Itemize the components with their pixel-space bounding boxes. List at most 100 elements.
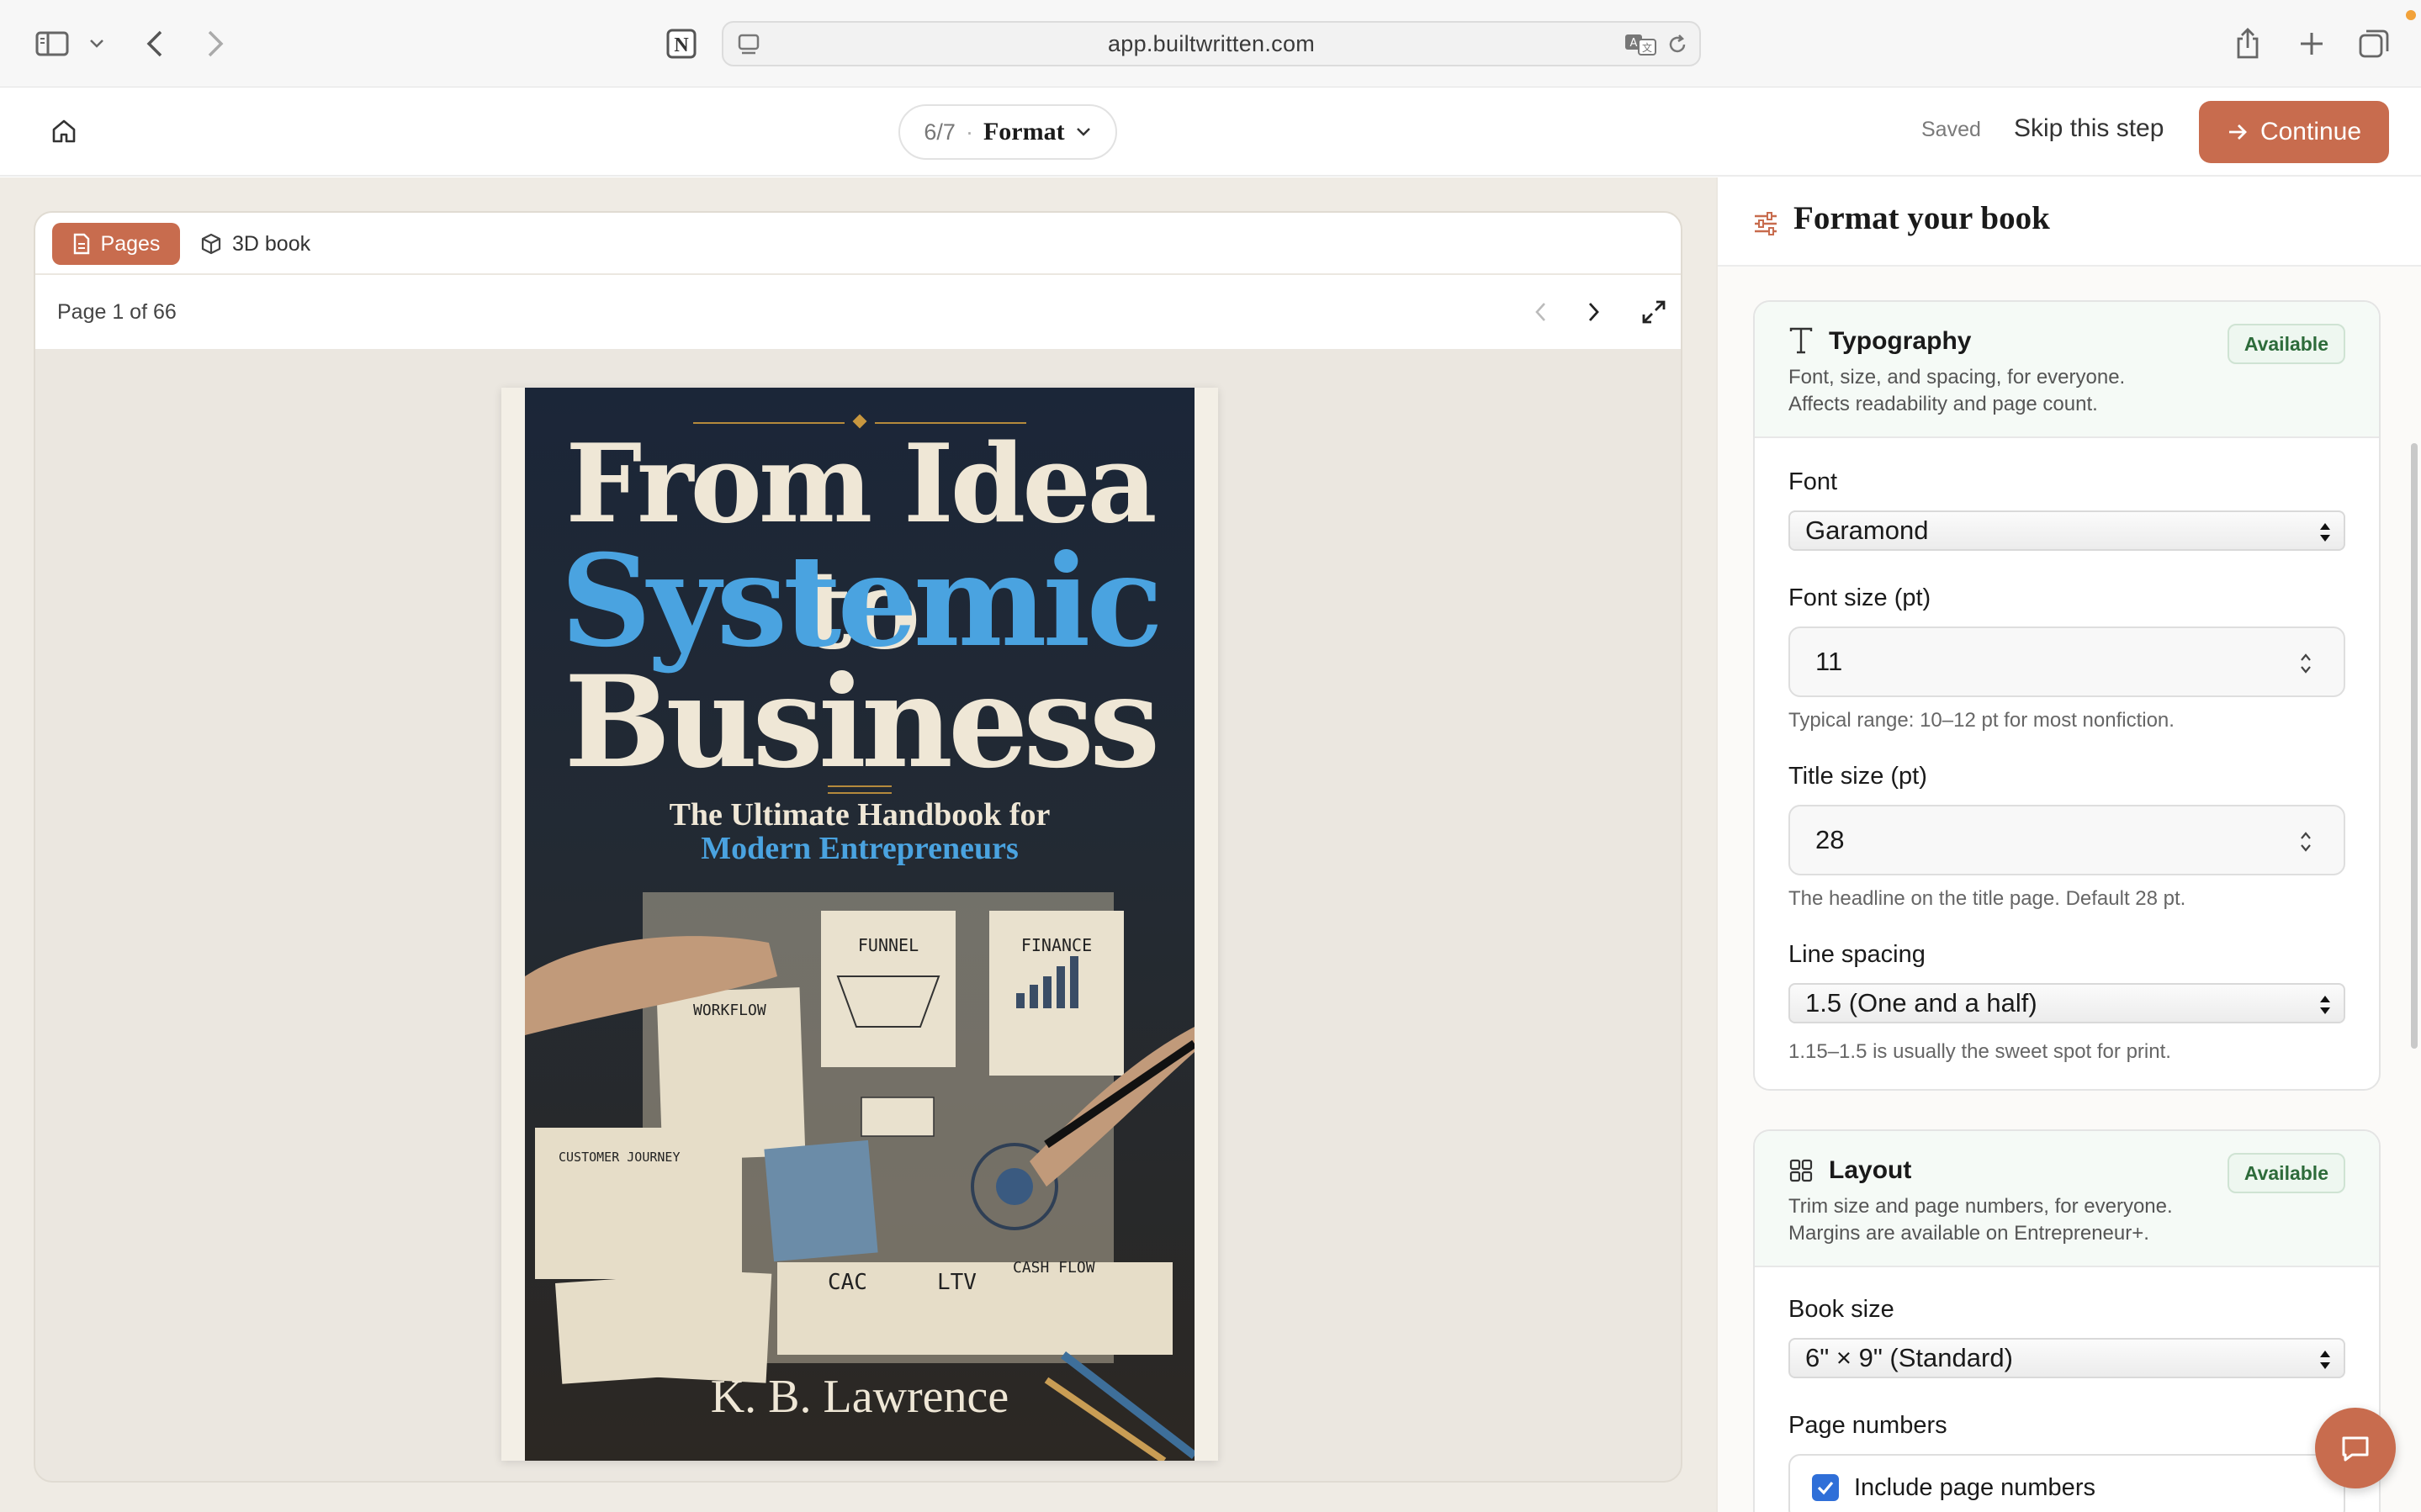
back-icon[interactable] — [140, 20, 170, 67]
tab-pages-label: Pages — [100, 231, 161, 256]
page-navigation: Page 1 of 66 — [35, 275, 1681, 351]
address-bar[interactable]: app.builtwritten.com A文 — [722, 21, 1701, 66]
svg-text:文: 文 — [1642, 41, 1652, 54]
home-icon[interactable] — [50, 118, 77, 145]
title-size-hint: The headline on the title page. Default … — [1788, 887, 2186, 910]
cover-subtitle-line2: Modern Entrepreneurs — [701, 831, 1019, 866]
grid-icon — [1789, 1159, 1813, 1182]
cube-icon — [201, 233, 221, 255]
include-page-numbers-label: Include page numbers — [1854, 1473, 2095, 1501]
note-journey: CUSTOMER JOURNEY — [559, 1150, 681, 1165]
font-size-hint: Typical range: 10–12 pt for most nonfict… — [1788, 709, 2175, 732]
chevron-down-icon — [1076, 128, 1090, 136]
document-icon — [73, 233, 89, 255]
app-header: 6/7 · Format Saved Skip this step Contin… — [0, 87, 2421, 177]
book-viewer: Pages 3D book Page 1 of 66 FUNNEL FINANC… — [34, 211, 1682, 1483]
typography-card: Typography Font, size, and spacing, for … — [1753, 300, 2381, 1091]
layout-title: Layout — [1829, 1156, 1912, 1184]
page-numbers-label: Page numbers — [1788, 1412, 1947, 1439]
chat-support-button[interactable] — [2315, 1408, 2396, 1488]
panel-header: Format your book — [1718, 177, 2421, 267]
font-value: Garamond — [1805, 515, 1929, 545]
note-cashflow: CASH FLOW — [1013, 1259, 1095, 1277]
book-cover: FUNNEL FINANCE WORKFLOW CUSTOMER JOURNEY… — [525, 388, 1195, 1461]
font-select[interactable]: Garamond — [1788, 510, 2345, 551]
preview-area: Pages 3D book Page 1 of 66 FUNNEL FINANC… — [0, 177, 1716, 1512]
layout-card: Layout Trim size and page numbers, for e… — [1753, 1129, 2381, 1512]
arrow-right-icon — [2228, 124, 2247, 140]
forward-icon[interactable] — [200, 20, 230, 67]
note-ltv: LTV — [937, 1270, 977, 1295]
line-spacing-select[interactable]: 1.5 (One and a half) — [1788, 983, 2345, 1023]
chat-icon — [2342, 1436, 2369, 1462]
reload-icon[interactable] — [1666, 33, 1689, 56]
viewer-tabs: Pages 3D book — [35, 213, 1681, 275]
include-page-numbers-checkbox[interactable] — [1812, 1474, 1839, 1501]
expand-icon — [1642, 300, 1666, 324]
skip-step-button[interactable]: Skip this step — [2014, 114, 2164, 143]
book-size-label: Book size — [1788, 1296, 1894, 1323]
page-preview: FUNNEL FINANCE WORKFLOW CUSTOMER JOURNEY… — [501, 388, 1218, 1461]
line-spacing-label: Line spacing — [1788, 941, 1926, 968]
cover-author: K. B. Lawrence — [710, 1371, 1009, 1423]
typography-desc-1: Font, size, and spacing, for everyone. — [1788, 366, 2126, 389]
recording-indicator — [2406, 10, 2416, 20]
panel-scroll-area[interactable]: Typography Font, size, and spacing, for … — [1718, 267, 2421, 1512]
typography-badge: Available — [2227, 324, 2345, 364]
stepper-arrows-icon[interactable] — [2298, 652, 2313, 675]
continue-label: Continue — [2259, 118, 2362, 145]
line-spacing-value: 1.5 (One and a half) — [1805, 988, 2037, 1018]
book-size-select[interactable]: 6" × 9" (Standard) — [1788, 1338, 2345, 1378]
font-size-label: Font size (pt) — [1788, 584, 1931, 611]
svg-text:N: N — [674, 34, 689, 56]
line-spacing-hint: 1.15–1.5 is usually the sweet spot for p… — [1788, 1040, 2171, 1063]
select-arrows-icon — [2320, 996, 2330, 1014]
tab-pages[interactable]: Pages — [52, 223, 180, 265]
share-icon[interactable] — [2231, 20, 2265, 67]
font-size-value: 11 — [1815, 647, 1843, 676]
notion-icon[interactable]: N — [663, 20, 700, 67]
select-arrows-icon — [2320, 523, 2330, 542]
new-tab-icon[interactable] — [2295, 20, 2328, 67]
sidebar-toggle-icon[interactable] — [32, 20, 72, 67]
stepper-arrows-icon[interactable] — [2298, 830, 2313, 854]
title-size-label: Title size (pt) — [1788, 763, 1927, 790]
next-page-button[interactable] — [1576, 295, 1610, 329]
panel-scrollbar[interactable] — [2411, 443, 2418, 1049]
layout-desc-2: Margins are available on Entrepreneur+. — [1788, 1222, 2149, 1245]
step-separator: · — [965, 119, 973, 145]
typography-desc-2: Affects readability and page count. — [1788, 393, 2098, 415]
note-cac: CAC — [828, 1270, 867, 1295]
step-name: Format — [983, 118, 1065, 145]
font-size-input[interactable]: 11 — [1788, 626, 2345, 697]
checkmark-icon — [1817, 1481, 1834, 1495]
include-page-numbers-row[interactable]: Include page numbers — [1788, 1454, 2345, 1512]
svg-text:A: A — [1630, 37, 1638, 50]
note-workflow: WORKFLOW — [693, 1002, 766, 1019]
text-icon — [1789, 327, 1813, 354]
prev-page-button[interactable] — [1524, 295, 1558, 329]
title-size-value: 28 — [1815, 825, 1845, 854]
sliders-icon — [1755, 212, 1777, 235]
layout-badge: Available — [2227, 1153, 2345, 1193]
translate-icon[interactable]: A文 — [1624, 33, 1657, 56]
browser-toolbar: N app.builtwritten.com A文 — [0, 0, 2421, 87]
note-funnel: FUNNEL — [858, 935, 919, 955]
format-panel: Format your book Typography Font, size, … — [1716, 177, 2421, 1512]
title-size-input[interactable]: 28 — [1788, 805, 2345, 875]
book-size-value: 6" × 9" (Standard) — [1805, 1343, 2013, 1372]
continue-button[interactable]: Continue — [2199, 101, 2389, 163]
typography-header: Typography Font, size, and spacing, for … — [1755, 302, 2379, 438]
tab-3d-book[interactable]: 3D book — [200, 223, 310, 265]
cover-subtitle-line1: The Ultimate Handbook for — [669, 797, 1051, 833]
tab-3d-label: 3D book — [232, 231, 311, 256]
tab-overview-icon[interactable] — [2355, 20, 2392, 67]
layout-header: Layout Trim size and page numbers, for e… — [1755, 1131, 2379, 1267]
select-arrows-icon — [2320, 1351, 2330, 1369]
cover-title-line3: Business — [564, 648, 1161, 796]
step-selector[interactable]: 6/7 · Format — [898, 104, 1117, 160]
page-indicator: Page 1 of 66 — [57, 300, 177, 324]
fullscreen-button[interactable] — [1637, 295, 1671, 329]
typography-title: Typography — [1829, 327, 1972, 355]
chevron-down-icon[interactable] — [84, 20, 109, 67]
